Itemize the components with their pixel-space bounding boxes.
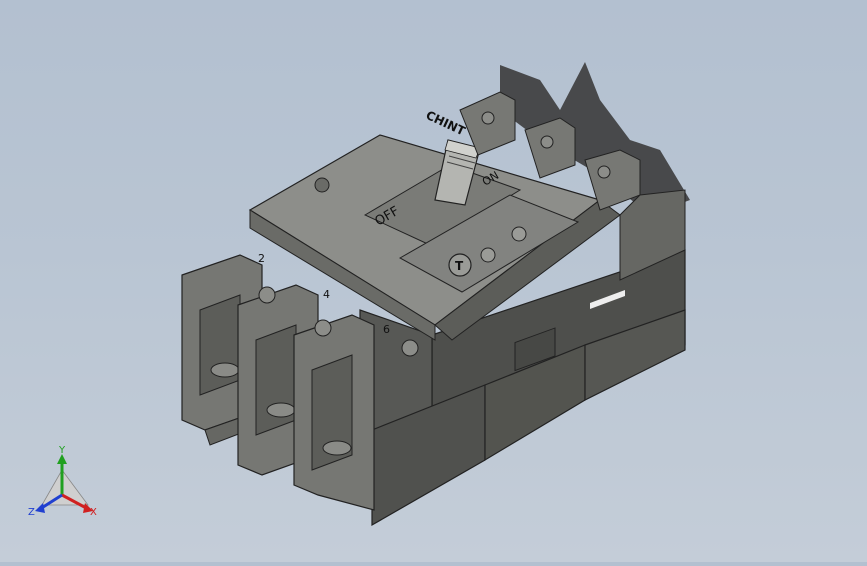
y-axis-label: Y bbox=[58, 445, 66, 456]
rear-terminal-hole bbox=[540, 135, 554, 149]
rear-terminal-hole bbox=[481, 111, 495, 125]
rear-terminal-hole bbox=[597, 165, 611, 179]
terminal-label-6: 6 bbox=[383, 323, 390, 336]
triad-cone bbox=[41, 469, 89, 506]
adjust-knob[interactable] bbox=[511, 226, 527, 242]
breaker-model[interactable]: OFF ON CHINT T 2 4 6 Y X Z bbox=[0, 0, 867, 562]
cover-screw-hole bbox=[314, 177, 330, 193]
x-axis-label: X bbox=[90, 507, 97, 518]
axis-triad[interactable]: Y X Z bbox=[28, 445, 97, 518]
rear-terminal bbox=[524, 117, 576, 179]
z-axis-label: Z bbox=[28, 507, 35, 518]
terminal-label-4: 4 bbox=[323, 288, 330, 301]
test-button-label: T bbox=[455, 259, 464, 273]
terminal-label-2: 2 bbox=[258, 252, 265, 265]
aux-button[interactable] bbox=[480, 247, 496, 263]
cad-viewport[interactable]: OFF ON CHINT T 2 4 6 Y X Z bbox=[0, 0, 867, 562]
